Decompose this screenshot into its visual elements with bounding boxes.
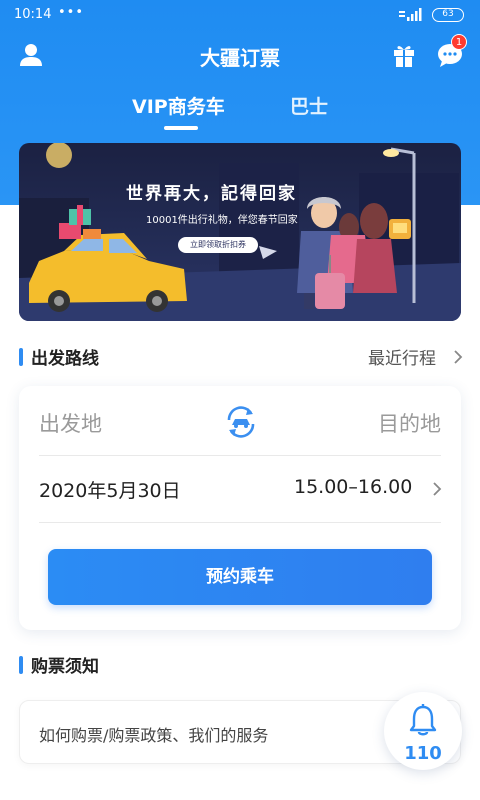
banner-coupon-button[interactable]: 立即领取折扣券 <box>178 237 258 253</box>
promo-banner[interactable]: 世界再大，記得回家 10001件出行礼物，伴您春节回家 立即领取折扣券 <box>19 143 461 321</box>
gift-icon[interactable] <box>389 40 419 70</box>
nav-bar: 大疆订票 <box>0 32 480 78</box>
banner-headline: 世界再大，記得回家 <box>126 184 297 204</box>
tab-bus[interactable]: 巴士 <box>290 92 328 119</box>
notification-button[interactable]: 110 <box>384 692 462 770</box>
route-section-header: 出发路线 最近行程 <box>0 342 480 372</box>
signal-icon <box>399 8 422 21</box>
message-badge: 1 <box>451 34 467 50</box>
user-icon[interactable] <box>16 40 46 70</box>
notice-section-header: 购票须知 <box>0 650 480 680</box>
chevron-right-icon[interactable] <box>431 480 443 498</box>
book-ride-button[interactable]: 预约乘车 <box>48 549 432 605</box>
notice-section-title: 购票须知 <box>31 657 99 677</box>
status-bar: 10:14 ••• 63 <box>0 0 480 30</box>
banner-illustration <box>19 143 461 321</box>
origin-field[interactable]: 出发地 <box>39 408 102 438</box>
swap-route-icon[interactable] <box>222 403 260 441</box>
bell-icon <box>409 704 437 736</box>
travel-date[interactable]: 2020年5月30日 <box>39 476 181 503</box>
notification-count: 110 <box>404 743 442 764</box>
status-time: 10:14 <box>14 7 52 22</box>
divider <box>39 455 441 456</box>
route-card: 出发地 目的地 2020年5月30日 15.00–16.00 预约乘车 <box>19 386 461 630</box>
tab-bar: VIP商务车 巴士 <box>0 88 480 136</box>
section-accent-bar <box>19 656 23 674</box>
destination-field[interactable]: 目的地 <box>378 408 441 438</box>
travel-time-range[interactable]: 15.00–16.00 <box>294 476 412 498</box>
battery-indicator: 63 <box>432 8 464 22</box>
route-section-title: 出发路线 <box>31 349 99 369</box>
section-accent-bar <box>19 348 23 366</box>
banner-subline: 10001件出行礼物，伴您春节回家 <box>146 215 298 226</box>
tab-vip[interactable]: VIP商务车 <box>132 92 225 119</box>
active-tab-indicator <box>164 126 198 130</box>
chevron-right-icon[interactable] <box>452 348 464 366</box>
status-dots: ••• <box>58 5 85 20</box>
recent-trips-link[interactable]: 最近行程 <box>368 344 436 369</box>
ticket-notice-text: 如何购票/购票政策、我们的服务 <box>39 726 269 745</box>
divider <box>39 522 441 523</box>
